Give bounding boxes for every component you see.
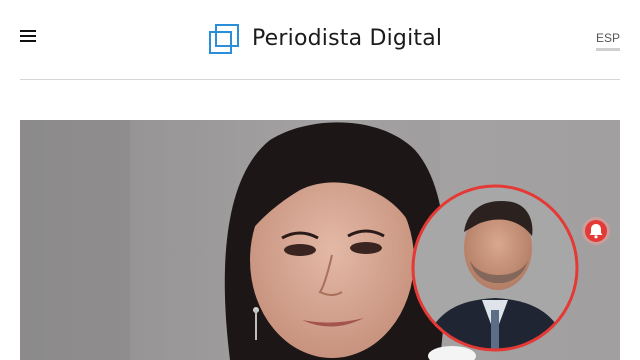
notification-bell-button[interactable] [581,216,611,246]
language-selector[interactable]: ESP [595,31,620,51]
logo-squares-icon [209,24,239,54]
hero-photo [20,120,620,360]
bell-icon [582,217,610,245]
site-header: Periodista Digital ESP [0,0,640,80]
language-label: ESP [595,31,620,45]
hamburger-menu-icon[interactable] [20,29,36,43]
language-underline [595,48,620,51]
brand-name: Periodista Digital [252,26,443,51]
site-logo[interactable]: Periodista Digital [208,24,442,54]
hero-image[interactable] [20,120,620,360]
header-divider [20,79,620,80]
